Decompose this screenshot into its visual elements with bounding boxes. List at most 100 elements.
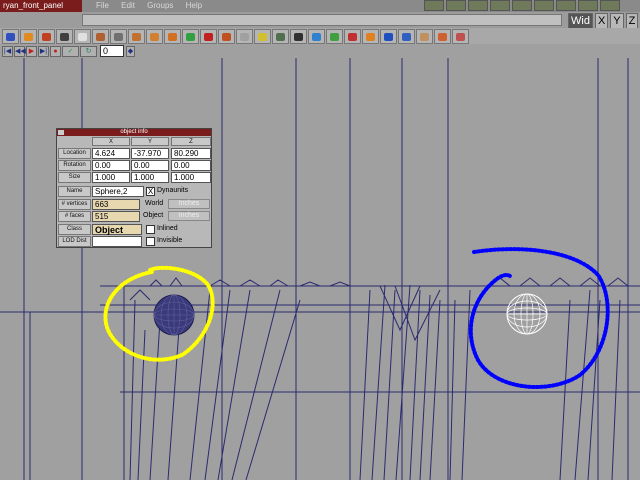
- cone-icon[interactable]: [200, 28, 217, 44]
- inlined-checkbox[interactable]: [146, 225, 155, 234]
- size-y-field[interactable]: 1.000: [131, 172, 169, 183]
- view-icon-1[interactable]: [424, 0, 444, 11]
- col-x-header: X: [92, 137, 130, 146]
- invisible-label: Invisible: [157, 237, 183, 244]
- rotation-z-field[interactable]: 0.00: [171, 160, 211, 171]
- view-icon-9[interactable]: [600, 0, 620, 11]
- menu-help[interactable]: Help: [186, 1, 202, 10]
- torus-icon[interactable]: [182, 28, 199, 44]
- dynaunits-checkbox[interactable]: X: [146, 187, 155, 196]
- axis-icon[interactable]: [344, 28, 361, 44]
- cube-icon[interactable]: [38, 28, 55, 44]
- group-icon[interactable]: [272, 28, 289, 44]
- lod-field[interactable]: [92, 236, 142, 247]
- name-label: Name: [58, 186, 91, 197]
- preview-icon[interactable]: [452, 28, 469, 44]
- toolbar: [0, 28, 640, 44]
- top-icon-strip: [424, 0, 620, 12]
- view-icon-5[interactable]: [512, 0, 532, 11]
- 3d-viewport[interactable]: [0, 58, 640, 480]
- size-label: Size: [58, 172, 91, 183]
- step-back-icon[interactable]: ◀◀: [14, 45, 26, 57]
- object-units-button[interactable]: Inches: [168, 211, 210, 221]
- view-wid-button[interactable]: Wid: [568, 13, 593, 29]
- faces-value: 515: [92, 211, 140, 222]
- view-icon-2[interactable]: [446, 0, 466, 11]
- paint-icon[interactable]: [92, 28, 109, 44]
- location-x-field[interactable]: 4.624: [92, 148, 130, 159]
- sphere-icon[interactable]: [164, 28, 181, 44]
- inlined-label: Inlined: [157, 225, 178, 232]
- menu-file[interactable]: File: [96, 1, 109, 10]
- axis-x-button[interactable]: X: [594, 13, 609, 29]
- animate-icon[interactable]: [380, 28, 397, 44]
- command-input[interactable]: [82, 14, 562, 26]
- world-units-button[interactable]: Inches: [168, 199, 210, 209]
- dynaunits-label: Dynaunits: [157, 187, 189, 194]
- faces-label: # faces: [58, 211, 91, 222]
- select-arrow-icon[interactable]: [74, 28, 91, 44]
- rewind-icon[interactable]: |◀: [2, 45, 13, 57]
- playback-bar: |◀ ◀◀ ▶ ▶| ● ✓ ↻ 0 ◆: [0, 44, 136, 58]
- name-field[interactable]: Sphere,2: [92, 186, 144, 197]
- camera-icon[interactable]: [56, 28, 73, 44]
- blue-annotation-circle: [468, 247, 610, 389]
- menu-edit[interactable]: Edit: [121, 1, 135, 10]
- view-icon-3[interactable]: [468, 0, 488, 11]
- redo-icon[interactable]: [20, 28, 37, 44]
- object-info-title: object info: [57, 129, 211, 136]
- axis-y-button[interactable]: Y: [610, 13, 624, 29]
- location-y-field[interactable]: -37.970: [131, 148, 169, 159]
- panel-close-icon[interactable]: [58, 130, 64, 135]
- view-icon-4[interactable]: [490, 0, 510, 11]
- axis-buttons: Wid X Y Z: [568, 13, 639, 29]
- render-icon[interactable]: [434, 28, 451, 44]
- menu-bar: File Edit Groups Help: [96, 0, 212, 12]
- size-z-field[interactable]: 1.000: [171, 172, 211, 183]
- rotation-x-field[interactable]: 0.00: [92, 160, 130, 171]
- title-bar: ryan_front_panel File Edit Groups Help: [0, 0, 640, 12]
- frame-input[interactable]: 0: [100, 45, 124, 57]
- keyframe-icon[interactable]: ✓: [62, 45, 79, 57]
- vertices-label: # vertices: [58, 199, 91, 210]
- loop-icon[interactable]: ↻: [80, 45, 97, 57]
- material-icon[interactable]: [308, 28, 325, 44]
- rotation-y-field[interactable]: 0.00: [131, 160, 169, 171]
- world-label: World: [145, 200, 164, 207]
- object-info-panel: object info X Y Z Location 4.624 -37.970…: [56, 128, 212, 248]
- object-units-label: Object: [143, 212, 164, 219]
- light-icon[interactable]: [254, 28, 271, 44]
- right-sphere-selected[interactable]: [506, 293, 548, 335]
- view-icon-8[interactable]: [578, 0, 598, 11]
- grid-icon[interactable]: [290, 28, 307, 44]
- morph-icon[interactable]: [416, 28, 433, 44]
- col-y-header: Y: [131, 137, 169, 146]
- size-x-field[interactable]: 1.000: [92, 172, 130, 183]
- cylinder-icon[interactable]: [146, 28, 163, 44]
- axis-z-button[interactable]: Z: [625, 13, 639, 29]
- view-icon-7[interactable]: [556, 0, 576, 11]
- col-z-header: Z: [171, 137, 211, 146]
- spline-icon[interactable]: [236, 28, 253, 44]
- rotation-label: Rotation: [58, 160, 91, 171]
- view-icon-6[interactable]: [534, 0, 554, 11]
- wrench-icon[interactable]: [110, 28, 127, 44]
- undo-icon[interactable]: [2, 28, 19, 44]
- invisible-checkbox[interactable]: [146, 237, 155, 246]
- record-icon[interactable]: ●: [50, 45, 61, 57]
- class-value[interactable]: Object: [92, 224, 142, 235]
- play-icon[interactable]: ▶: [26, 45, 37, 57]
- box-icon[interactable]: [128, 28, 145, 44]
- app-title: ryan_front_panel: [0, 0, 82, 12]
- fast-forward-icon[interactable]: ▶|: [38, 45, 49, 57]
- left-sphere[interactable]: [153, 294, 195, 336]
- location-z-field[interactable]: 80.290: [171, 148, 211, 159]
- curve-icon[interactable]: [218, 28, 235, 44]
- menu-groups[interactable]: Groups: [147, 1, 173, 10]
- path-icon[interactable]: [398, 28, 415, 44]
- link-icon[interactable]: [362, 28, 379, 44]
- tree-icon[interactable]: [326, 28, 343, 44]
- wireframe-model: [0, 58, 640, 480]
- frame-stepper-icon[interactable]: ◆: [126, 45, 135, 57]
- lod-label: LOD Dist: [58, 236, 91, 247]
